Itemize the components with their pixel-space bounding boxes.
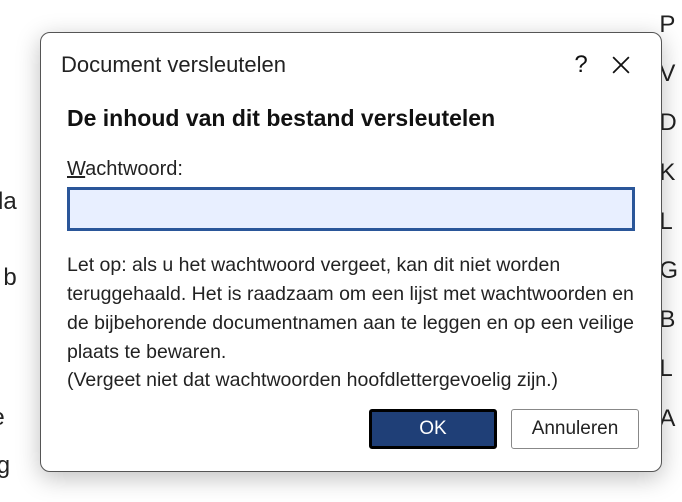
dialog-body: De inhoud van dit bestand versleutelen W… (41, 87, 661, 395)
warning-text: Let op: als u het wachtwoord vergeet, ka… (67, 251, 635, 395)
dialog-buttons: OK Annuleren (41, 395, 661, 471)
dialog-heading: De inhoud van dit bestand versleutelen (67, 105, 635, 132)
encrypt-document-dialog: Document versleutelen ? De inhoud van di… (40, 32, 662, 472)
password-input[interactable] (67, 187, 635, 231)
dialog-titlebar: Document versleutelen ? (41, 33, 661, 87)
help-icon: ? (574, 51, 587, 79)
password-label: Wachtwoord: (67, 158, 635, 181)
bg-left-text: ec e da an b ere opg (0, 130, 17, 490)
help-button[interactable]: ? (561, 47, 601, 83)
ok-button[interactable]: OK (369, 409, 497, 449)
close-button[interactable] (601, 47, 641, 83)
close-icon (612, 56, 630, 74)
bg-right-text: P V D K L G B L A (659, 0, 678, 443)
cancel-button[interactable]: Annuleren (511, 409, 639, 449)
dialog-title: Document versleutelen (61, 52, 561, 78)
